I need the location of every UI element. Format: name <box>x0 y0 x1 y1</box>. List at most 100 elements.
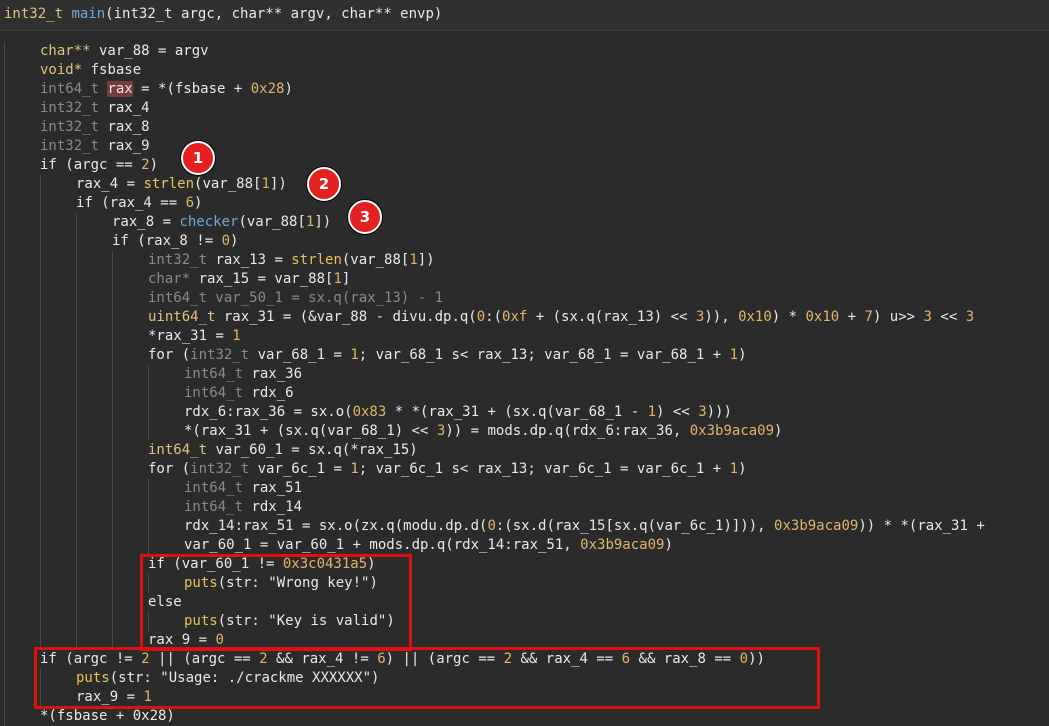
indent-guide <box>148 422 149 441</box>
indent-guide <box>40 384 41 403</box>
code-line[interactable]: int64_t var_60_1 = sx.q(*rax_15) <box>0 441 1049 460</box>
code-line[interactable]: int32_t rax_9 <box>0 137 1049 156</box>
code-line[interactable]: *(rax_31 + (sx.q(var_68_1) << 3)) = mods… <box>0 422 1049 441</box>
code-token: 0x3b9aca09 <box>774 518 859 534</box>
indent-guide <box>76 422 77 441</box>
code-line[interactable]: char** var_88 = argv <box>0 42 1049 61</box>
code-line[interactable]: rdx_14:rax_51 = sx.o(zx.q(modu.dp.d(0:(s… <box>0 517 1049 536</box>
code-token: 3 <box>965 309 975 325</box>
indent-guide <box>4 137 5 156</box>
code-line[interactable]: if (rax_4 == 6) <box>0 194 1049 213</box>
code-text: int64_t var_50_1 = sx.q(rax_13) - 1 <box>148 289 443 308</box>
code-line[interactable]: int64_t rax_36 <box>0 365 1049 384</box>
code-token[interactable]: rax <box>107 81 133 97</box>
indent-guide <box>76 612 77 631</box>
indent-guide <box>76 441 77 460</box>
code-text: int64_t rax_51 <box>184 479 302 498</box>
code-text: int64_t rdx_14 <box>184 498 302 517</box>
indent-guide <box>4 707 5 726</box>
indent-guide <box>112 327 113 346</box>
indent-guide <box>76 327 77 346</box>
code-token: 0x3b9aca09 <box>689 423 775 439</box>
code-line[interactable]: var_60_1 = var_60_1 + mods.dp.q(rdx_14:r… <box>0 536 1049 555</box>
indent-guide <box>112 441 113 460</box>
code-token: 1 <box>729 461 739 477</box>
code-line[interactable]: uint64_t rax_31 = (&var_88 - divu.dp.q(0… <box>0 308 1049 327</box>
code-line[interactable]: *(fsbase + 0x28) <box>0 707 1049 726</box>
code-line[interactable]: int32_t rax_8 <box>0 118 1049 137</box>
code-token: var_60_1 = sx.q(*rax_15) <box>207 442 418 458</box>
code-line[interactable]: int32_t rax_13 = strlen(var_88[1]) <box>0 251 1049 270</box>
code-line[interactable]: if (argc == 2) <box>0 156 1049 175</box>
code-text: var_60_1 = var_60_1 + mods.dp.q(rdx_14:r… <box>184 536 673 555</box>
code-token: rax_51 <box>251 480 303 496</box>
code-token: )), <box>704 309 739 325</box>
code-token: (var_88[ <box>238 214 306 230</box>
code-token: if (rax_8 != <box>112 233 222 249</box>
code-token: 0xf <box>502 309 528 325</box>
code-token[interactable]: strlen <box>143 176 194 192</box>
indent-guide <box>76 289 77 308</box>
code-token: ) <box>774 423 783 439</box>
code-token: if (argc == <box>40 157 142 173</box>
code-line[interactable]: *rax_31 = 1 <box>0 327 1049 346</box>
code-line[interactable]: int64_t rdx_6 <box>0 384 1049 403</box>
code-token[interactable]: checker <box>179 214 238 230</box>
code-line[interactable]: rdx_6:rax_36 = sx.o(0x83 * *(rax_31 + (s… <box>0 403 1049 422</box>
indent-guide <box>112 460 113 479</box>
code-line[interactable]: rax_8 = checker(var_88[1]) <box>0 213 1049 232</box>
code-token: rax_15 = var_88[ <box>198 271 334 287</box>
function-params: (int32_t argc, char** argv, char** envp) <box>105 6 443 22</box>
function-name[interactable]: main <box>71 6 105 22</box>
indent-guide <box>40 232 41 251</box>
code-token: char** <box>40 43 91 59</box>
code-text: if (rax_8 != 0) <box>112 232 238 251</box>
code-text: *(fsbase + 0x28) <box>40 707 175 726</box>
indent-guide <box>76 498 77 517</box>
code-line[interactable]: void* fsbase <box>0 61 1049 80</box>
indent-guide <box>76 460 77 479</box>
code-line[interactable]: if (rax_8 != 0) <box>0 232 1049 251</box>
code-token: ) u>> <box>872 309 924 325</box>
indent-guide <box>4 479 5 498</box>
indent-guide <box>4 650 5 669</box>
code-line[interactable]: int32_t rax_4 <box>0 99 1049 118</box>
indent-guide <box>4 61 5 80</box>
code-line[interactable]: int64_t rdx_14 <box>0 498 1049 517</box>
code-token: + (sx.q(rax_13) << <box>527 309 696 325</box>
indent-guide <box>112 536 113 555</box>
code-token: var_6c_1 = <box>257 461 351 477</box>
indent-guide <box>112 270 113 289</box>
code-line[interactable]: for (int32_t var_6c_1 = 1; var_6c_1 s< r… <box>0 460 1049 479</box>
indent-guide <box>4 612 5 631</box>
code-text: int64_t var_60_1 = sx.q(*rax_15) <box>148 441 418 460</box>
code-token: var_68_1 = <box>257 347 351 363</box>
indent-guide <box>4 251 5 270</box>
code-token: char* <box>148 271 199 287</box>
code-token: 1 <box>333 271 342 287</box>
code-text: char* rax_15 = var_88[1] <box>148 270 350 289</box>
indent-guide <box>4 365 5 384</box>
code-token: if (rax_4 == <box>76 195 186 211</box>
code-token: rax_8 <box>107 119 150 135</box>
code-token: ]) <box>314 214 332 230</box>
code-token: 1 <box>409 252 418 268</box>
code-line[interactable]: for (int32_t var_68_1 = 1; var_68_1 s< r… <box>0 346 1049 365</box>
code-line[interactable]: int64_t rax = *(fsbase + 0x28) <box>0 80 1049 99</box>
code-line[interactable]: int64_t var_50_1 = sx.q(rax_13) - 1 <box>0 289 1049 308</box>
code-token: )) = mods.dp.q(rdx_6:rax_36, <box>445 423 690 439</box>
code-token: uint64_t <box>148 309 216 325</box>
code-token: 1 <box>350 347 359 363</box>
indent-guide <box>40 365 41 384</box>
code-token: int64_t <box>148 442 208 458</box>
code-token[interactable]: strlen <box>291 252 342 268</box>
indent-guide <box>4 517 5 536</box>
code-line[interactable]: rax_4 = strlen(var_88[1]) <box>0 175 1049 194</box>
code-line[interactable]: char* rax_15 = var_88[1] <box>0 270 1049 289</box>
code-text: for (int32_t var_68_1 = 1; var_68_1 s< r… <box>148 346 747 365</box>
code-line[interactable]: int64_t rax_51 <box>0 479 1049 498</box>
indent-guide <box>4 80 5 99</box>
code-token: rax_9 <box>107 138 150 154</box>
code-token: rdx_6 <box>251 385 294 401</box>
code-token: ) <box>664 537 673 553</box>
